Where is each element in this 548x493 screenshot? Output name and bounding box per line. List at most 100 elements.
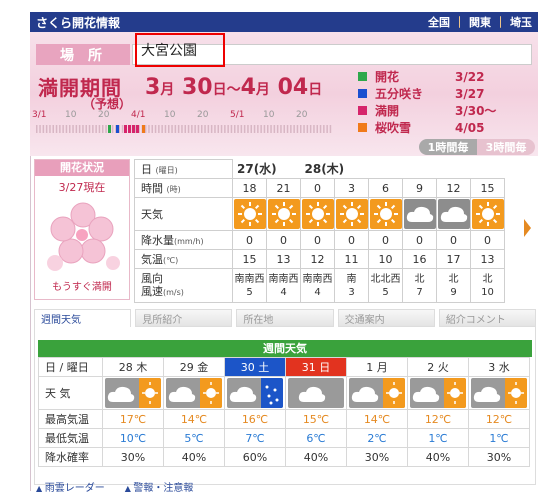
weekly-high-cell: 16℃ [224,409,286,429]
weekly-weather-label: 天 気 [38,376,103,410]
weekly-high-cell: 12℃ [468,409,530,429]
timeline-seg [168,125,170,133]
weekly-weather-table: 日 / 曜日 28 木 29 金 30 土 31 日1 月2 火3 水 天 気 最高気温… [38,357,530,467]
hourly-temp-row: 気温(℃) 15 13 12 11 10 16 17 13 [134,249,505,269]
wind-cell: 北北西 5 [368,268,403,303]
weekly-high-cell: 14℃ [346,409,408,429]
weekly-rain-cell: 40% [407,447,469,467]
timeline-seg [253,125,256,133]
wind-speed: 7 [416,286,423,298]
weekly-weather-cell [468,376,530,410]
timeline-seg [194,125,196,133]
timeline-seg [263,125,266,133]
timeline-seg [214,125,216,133]
timeline-seg [171,125,173,133]
timeline-tick: 10 [263,110,275,120]
weather-cell [266,197,301,231]
hourly-wind-row: 風向 風速(m/s) 南南西 5 南南西 4 南南西 4 南 3 北北西 5 北 7 北 9 北 10 [134,268,505,303]
wind-cell: 南3 [334,268,369,303]
sun-icon [471,199,504,229]
weekly-rain-cell: 30% [102,447,164,467]
start-day: 30 [181,75,213,100]
bloom-status-footer: もうすぐ満開 [52,282,112,293]
weekly-weather-row: 天 気 [38,376,530,410]
weekly-high-cell: 15℃ [285,409,347,429]
timeline-seg [154,125,157,133]
weekly-date-cell: 3 水 [468,357,530,377]
timeline-seg [201,125,203,133]
timeline-seg [75,125,78,133]
wind-speed-label: 風速 [141,285,163,298]
legend-item: 満開 3/30〜 [358,102,508,119]
timeline-seg [286,125,289,133]
weekly-date-cell: 1 月 [346,357,408,377]
legend-swatch [358,72,367,81]
hourly-day-row: 日 (曜日) 27(水) 28(木) [134,159,505,179]
bloom-status-header: 開花状況 [35,160,129,176]
hour-cell: 21 [266,178,301,198]
region-kanto-link[interactable]: 関東 [469,14,491,30]
precip-unit: (mm/h) [174,237,204,246]
region-saitama-link[interactable]: 埼玉 [510,14,532,30]
wind-direction: 北 [414,273,425,285]
timeline-seg [197,125,200,133]
timeline-seg [303,125,305,133]
tab-4[interactable]: 紹介コメント [438,309,537,327]
timeline-seg [280,125,282,133]
timeline-seg [326,125,328,133]
timeline-seg [161,125,163,133]
weekly-rain-row: 降水確率 30% 40% 60% 40% 30% 40% 30% [38,447,530,467]
timeline-seg [111,125,114,133]
timeline-seg [144,125,147,133]
cloud-sun-icon [166,378,222,408]
three-hour-button[interactable]: 3時間毎 [477,139,535,155]
timeline-seg [184,125,186,133]
sakura-app: さくら開花情報 全国 ｜ 関東 ｜ 埼玉 場所 大宮公園 満開期間 （予想） 3… [0,0,548,493]
weekly-high-cell: 14℃ [163,409,225,429]
weather-cell [368,197,403,231]
timeline-seg [62,125,64,133]
wind-direction: 北北西 [370,273,401,285]
legend-date: 3/22 [455,69,485,84]
timeline-seg [257,125,259,133]
warnings-link[interactable]: 警報・注意報 [125,479,193,493]
day-unit: 日 [308,82,323,98]
region-all-link[interactable]: 全国 [428,14,450,30]
timeline-seg [88,125,91,133]
tab-2[interactable]: 所在地 [236,309,334,327]
weekly-high-label: 最高気温 [38,409,103,429]
timeline-seg [164,125,167,133]
timeline-seg [319,125,322,133]
timeline-marker [132,125,135,133]
timeline-seg [148,125,150,133]
sun-icon [233,199,266,229]
timeline-seg [102,125,104,133]
cloud-sun-icon [410,378,466,408]
timeline-tick: 10 [164,110,176,120]
cloud-sun-icon [105,378,161,408]
weekly-weather-cell [285,376,347,410]
tab-3[interactable]: 交通案内 [337,309,435,327]
timeline-seg [181,125,183,133]
precip-cell: 0 [470,230,505,250]
hour-toggle: 1時間毎 3時間毎 [419,139,535,155]
wind-cell: 北7 [402,268,437,303]
timeline-tick: 20 [296,110,308,120]
timeline-seg [240,125,243,133]
range-separator: 〜 [226,82,241,98]
legend-date: 4/05 [455,120,485,135]
legend-label: 満開 [375,104,400,118]
rain-radar-link[interactable]: 雨雲レーダー [36,479,105,493]
next-arrow-icon[interactable] [524,219,531,237]
timeline-seg [237,125,239,133]
weekly-weather-cell [346,376,408,410]
hourly-weather-table: 日 (曜日) 27(水) 28(木) 時間 (時) 18 21 0 3 6 9 12 15 天… [134,159,505,303]
timeline-seg [65,125,68,133]
tab-0[interactable]: 週間天気 [34,309,132,327]
one-hour-button[interactable]: 1時間毎 [419,139,477,155]
timeline-seg [260,125,262,133]
wind-direction: 南南西 [234,273,265,285]
timeline-seg [105,125,107,133]
timeline-tick: 20 [98,110,110,120]
tab-1[interactable]: 見所紹介 [135,309,233,327]
